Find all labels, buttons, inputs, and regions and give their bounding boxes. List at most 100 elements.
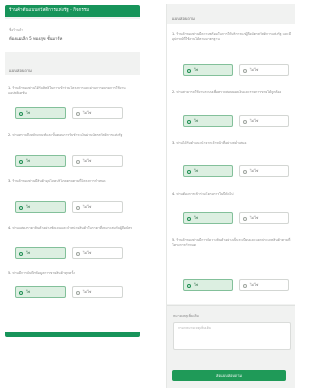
question-text: ร้านค้าของท่านมีความพร้อมในการให้บริการแ… bbox=[172, 32, 291, 42]
question-number: 2. bbox=[8, 133, 12, 137]
question-text: ร้านค้าของท่านมีการจัดวางสินค้าอย่างเป็น… bbox=[172, 238, 291, 248]
question-4: 4. ท่านแสดงราคาสินค้าอย่างชัดเจนและจำหน่… bbox=[8, 226, 136, 231]
option-label: ใช่ bbox=[194, 283, 199, 287]
q4-no-option[interactable]: ไม่ใช่ bbox=[239, 212, 289, 224]
remark-placeholder: กรอกหมายเหตุเพิ่มเติม bbox=[178, 326, 212, 330]
q3-yes-option[interactable]: ใช่ bbox=[183, 165, 233, 177]
option-label: ไม่ใช่ bbox=[250, 68, 259, 72]
q2-yes-option[interactable]: ใช่ bbox=[183, 115, 233, 127]
store-name: ห้องแม่เล็ก 5 ทองสุข ชั้นมาร์ท bbox=[9, 36, 63, 41]
radio-icon bbox=[243, 216, 247, 221]
question-2: 2. ท่านทราบถึงหลักเกณฑ์และขั้นตอนการรับช… bbox=[8, 133, 136, 138]
question-text: ท่านสามารถใช้งานระบบเพื่อตรวจสอบยอดเงินแ… bbox=[176, 90, 282, 94]
questionnaire-title: แบบสอบถาม bbox=[9, 68, 32, 73]
radio-selected-icon bbox=[19, 159, 23, 164]
q4-yes-option[interactable]: ใช่ bbox=[15, 247, 66, 259]
radio-icon bbox=[243, 169, 247, 174]
option-label: ใช่ bbox=[194, 169, 199, 173]
q1-yes-option[interactable]: ใช่ bbox=[15, 107, 66, 119]
section-divider bbox=[167, 305, 295, 306]
q1-no-option[interactable]: ไม่ใช่ bbox=[72, 107, 123, 119]
option-label: ไม่ใช่ bbox=[250, 216, 259, 220]
remark-textarea[interactable]: กรอกหมายเหตุเพิ่มเติม bbox=[173, 322, 291, 350]
question-4: 4. ท่านต้องการเข้าร่วมโครงการในปีถัดไป bbox=[172, 192, 292, 197]
q5-yes-option[interactable]: ใช่ bbox=[15, 286, 66, 298]
q1-no-option[interactable]: ไม่ใช่ bbox=[239, 64, 289, 76]
radio-icon bbox=[243, 68, 247, 73]
q2-no-option[interactable]: ไม่ใช่ bbox=[239, 115, 289, 127]
option-label: ไม่ใช่ bbox=[83, 290, 92, 294]
option-label: ใช่ bbox=[26, 205, 31, 209]
radio-selected-icon bbox=[187, 68, 191, 73]
radio-selected-icon bbox=[19, 251, 23, 256]
question-number: 4. bbox=[172, 192, 176, 196]
questionnaire-title: แบบสอบถาม bbox=[172, 16, 195, 21]
store-info-card: ชื่อร้านค้า ห้องแม่เล็ก 5 ทองสุข ชั้นมาร… bbox=[5, 19, 140, 52]
option-label: ใช่ bbox=[26, 159, 31, 163]
q2-no-option[interactable]: ไม่ใช่ bbox=[72, 155, 123, 167]
question-1: 1. ร้านค้าของท่านมีความพร้อมในการให้บริก… bbox=[172, 32, 292, 43]
store-label: ชื่อร้านค้า bbox=[9, 28, 24, 32]
option-label: ใช่ bbox=[26, 251, 31, 255]
app-header-title: ร้านค้าต้นแบบสวัสดิการแห่งรัฐ - กิจกรรม bbox=[9, 8, 90, 13]
option-label: ไม่ใช่ bbox=[83, 205, 92, 209]
q4-yes-option[interactable]: ใช่ bbox=[183, 212, 233, 224]
questions-card: 1. ร้านค้าของท่านมีความพร้อมในการให้บริก… bbox=[167, 24, 295, 304]
q5-no-option[interactable]: ไม่ใช่ bbox=[72, 286, 123, 298]
question-number: 4. bbox=[8, 226, 12, 230]
questions-card: 1. ร้านค้าของท่านได้รับสิทธิในการเข้าร่ว… bbox=[5, 75, 140, 337]
question-3: 3. ร้านค้าของท่านมีสินค้าอุปโภคบริโภคครบ… bbox=[8, 179, 136, 184]
q1-yes-option[interactable]: ใช่ bbox=[183, 64, 233, 76]
bottom-accent-bar bbox=[5, 332, 140, 337]
option-label: ใช่ bbox=[194, 216, 199, 220]
radio-icon bbox=[76, 159, 80, 164]
radio-icon bbox=[76, 111, 80, 116]
question-number: 5. bbox=[172, 238, 176, 242]
app-header: ร้านค้าต้นแบบสวัสดิการแห่งรัฐ - กิจกรรม bbox=[5, 5, 140, 17]
question-text: ร้านค้าของท่านมีสินค้าอุปโภคบริโภคครบตาม… bbox=[12, 179, 106, 183]
submit-button[interactable]: ส่งแบบสอบถาม bbox=[172, 370, 286, 381]
radio-selected-icon bbox=[19, 111, 23, 116]
question-2: 2. ท่านสามารถใช้งานระบบเพื่อตรวจสอบยอดเง… bbox=[172, 90, 292, 95]
question-5: 5. ร้านค้าของท่านมีการจัดวางสินค้าอย่างเ… bbox=[172, 238, 292, 249]
radio-icon bbox=[243, 283, 247, 288]
question-text: ท่านได้รับคำแนะนำจากเจ้าหน้าที่อย่างสม่ำ… bbox=[176, 141, 247, 145]
q5-yes-option[interactable]: ใช่ bbox=[183, 279, 233, 291]
q2-yes-option[interactable]: ใช่ bbox=[15, 155, 66, 167]
option-label: ใช่ bbox=[26, 111, 31, 115]
q3-no-option[interactable]: ไม่ใช่ bbox=[72, 201, 123, 213]
radio-selected-icon bbox=[19, 290, 23, 295]
radio-selected-icon bbox=[187, 169, 191, 174]
question-number: 3. bbox=[172, 141, 176, 145]
option-label: ไม่ใช่ bbox=[83, 159, 92, 163]
radio-icon bbox=[76, 290, 80, 295]
radio-icon bbox=[243, 119, 247, 124]
remark-label: หมายเหตุเพิ่มเติม bbox=[173, 314, 199, 318]
option-label: ไม่ใช่ bbox=[250, 169, 259, 173]
radio-selected-icon bbox=[187, 119, 191, 124]
radio-selected-icon bbox=[187, 283, 191, 288]
question-text: ท่านต้องการเข้าร่วมโครงการในปีถัดไป bbox=[176, 192, 234, 196]
question-text: ท่านมีการบันทึกข้อมูลการขายสินค้าทุกครั้… bbox=[12, 271, 75, 275]
question-number: 1. bbox=[8, 86, 12, 90]
q3-yes-option[interactable]: ใช่ bbox=[15, 201, 66, 213]
option-label: ไม่ใช่ bbox=[83, 111, 92, 115]
question-text: ท่านทราบถึงหลักเกณฑ์และขั้นตอนการรับชำระ… bbox=[12, 133, 123, 137]
q3-no-option[interactable]: ไม่ใช่ bbox=[239, 165, 289, 177]
question-number: 1. bbox=[172, 32, 176, 36]
option-label: ไม่ใช่ bbox=[83, 251, 92, 255]
question-1: 1. ร้านค้าของท่านได้รับสิทธิในการเข้าร่ว… bbox=[8, 86, 136, 97]
question-number: 5. bbox=[8, 271, 12, 275]
radio-icon bbox=[76, 205, 80, 210]
q4-no-option[interactable]: ไม่ใช่ bbox=[72, 247, 123, 259]
option-label: ใช่ bbox=[194, 68, 199, 72]
radio-selected-icon bbox=[187, 216, 191, 221]
question-5: 5. ท่านมีการบันทึกข้อมูลการขายสินค้าทุกค… bbox=[8, 271, 136, 276]
option-label: ใช่ bbox=[26, 290, 31, 294]
question-text: ท่านแสดงราคาสินค้าอย่างชัดเจนและจำหน่ายส… bbox=[12, 226, 133, 230]
option-label: ใช่ bbox=[194, 119, 199, 123]
right-phone-screen: แบบสอบถาม 1. ร้านค้าของท่านมีความพร้อมใน… bbox=[166, 4, 295, 388]
radio-icon bbox=[76, 251, 80, 256]
radio-selected-icon bbox=[19, 205, 23, 210]
q5-no-option[interactable]: ไม่ใช่ bbox=[239, 279, 289, 291]
